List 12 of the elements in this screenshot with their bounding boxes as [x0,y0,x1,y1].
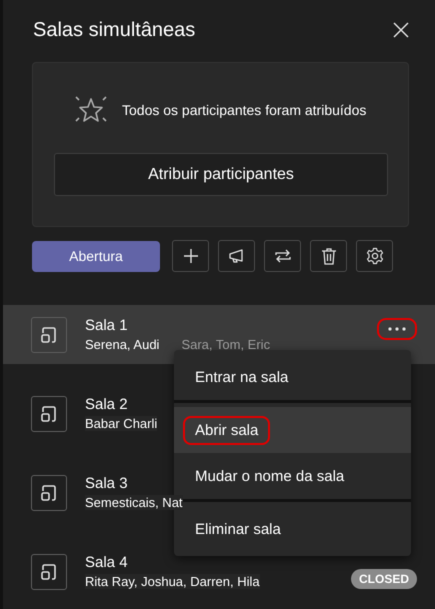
status-message: Todos os participantes foram atribuídos [122,102,366,118]
participant-list: Babar Charli [85,416,158,431]
panel-title: Salas simultâneas [33,18,196,42]
participant-list: Semesticais, Nat [85,495,183,510]
participant-list: Serena, Audi [85,337,160,352]
participant-list: Sara, Tom, Eric [181,337,270,352]
room-name: Sala 3 [85,475,128,492]
room-name: Sala 4 [85,554,128,571]
participant-list: Rita Ray, Joshua, Darren, Hila [85,574,260,589]
room-name: Sala 1 [85,317,128,334]
status-label: CLOSED [350,568,417,588]
room-name: Sala 2 [85,396,128,413]
